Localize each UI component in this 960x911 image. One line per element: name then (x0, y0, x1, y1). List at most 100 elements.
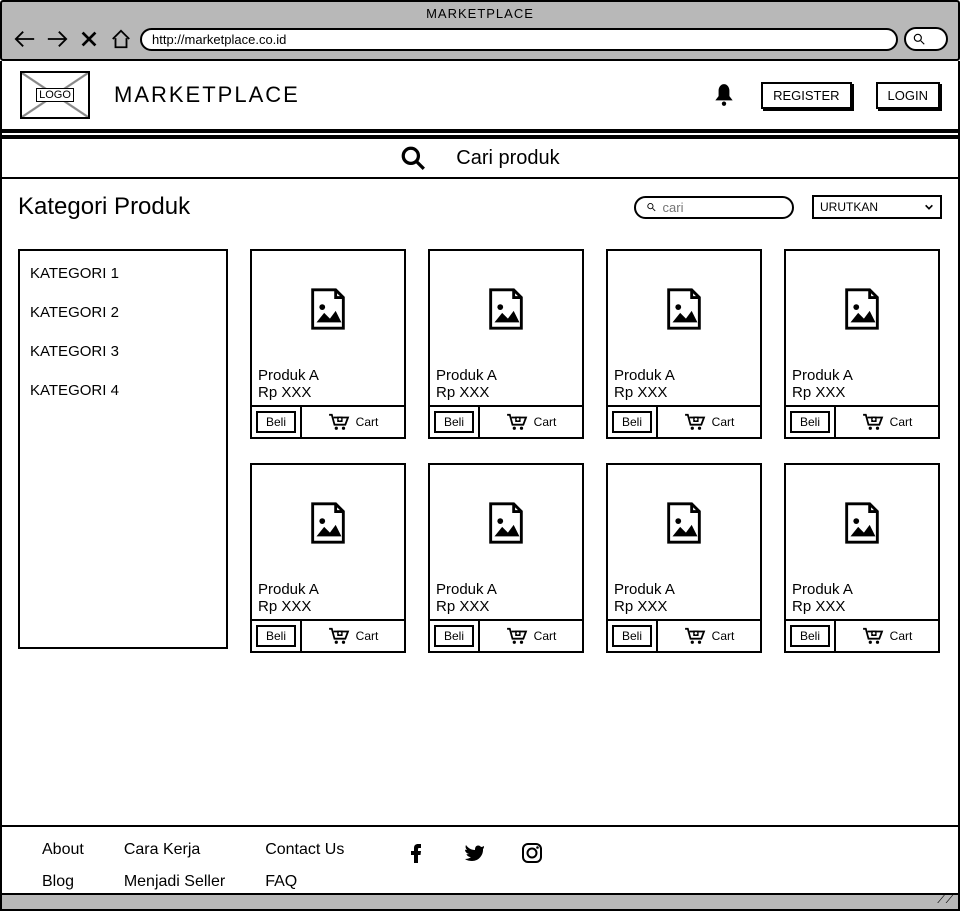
product-image (430, 251, 582, 367)
product-price: Rp XXX (252, 384, 404, 405)
search-icon (646, 201, 657, 213)
page-content: LOGO MARKETPLACE REGISTER LOGIN Cari pro… (0, 61, 960, 911)
add-to-cart-button[interactable]: Cart (300, 407, 404, 437)
cart-plus-icon (862, 627, 884, 645)
image-placeholder-icon (839, 500, 885, 546)
cart-plus-icon (506, 627, 528, 645)
url-bar[interactable] (140, 28, 898, 51)
sidebar-item-kategori-1[interactable]: KATEGORI 1 (30, 265, 216, 282)
forward-button[interactable] (44, 28, 70, 50)
cart-label: Cart (712, 629, 735, 643)
browser-chrome: MARKETPLACE (0, 0, 960, 61)
sidebar-item-kategori-4[interactable]: KATEGORI 4 (30, 382, 216, 399)
x-icon (78, 28, 100, 50)
product-price: Rp XXX (430, 598, 582, 619)
buy-button[interactable]: Beli (612, 411, 652, 433)
home-button[interactable] (108, 28, 134, 50)
sidebar-item-kategori-3[interactable]: KATEGORI 3 (30, 343, 216, 360)
footer-link-about[interactable]: About (42, 841, 84, 859)
product-card[interactable]: Produk ARp XXXBeliCart (606, 463, 762, 653)
image-placeholder-icon (661, 500, 707, 546)
bell-icon (711, 82, 737, 108)
add-to-cart-button[interactable]: Cart (478, 621, 582, 651)
sort-dropdown[interactable]: URUTKAN (812, 195, 942, 219)
cart-label: Cart (890, 629, 913, 643)
product-image (608, 465, 760, 581)
stop-button[interactable] (76, 28, 102, 50)
cart-plus-icon (862, 413, 884, 431)
cart-plus-icon (684, 627, 706, 645)
buy-button[interactable]: Beli (434, 625, 474, 647)
product-price: Rp XXX (252, 598, 404, 619)
product-name: Produk A (786, 367, 938, 384)
facebook-icon[interactable] (404, 841, 428, 865)
product-grid: Produk ARp XXXBeliCartProduk ARp XXXBeli… (250, 249, 942, 653)
logo[interactable]: LOGO (20, 71, 90, 119)
product-card[interactable]: Produk ARp XXX Beli Cart (250, 463, 406, 653)
product-name: Produk A (252, 581, 404, 598)
footer-link-cara-kerja[interactable]: Cara Kerja (124, 841, 225, 859)
product-image (430, 465, 582, 581)
sidebar-item-kategori-2[interactable]: KATEGORI 2 (30, 304, 216, 321)
instagram-icon[interactable] (520, 841, 544, 865)
product-price: Rp XXX (608, 384, 760, 405)
chevron-down-icon (924, 202, 934, 212)
cart-label: Cart (356, 415, 379, 429)
product-image (786, 465, 938, 581)
image-placeholder-icon (483, 286, 529, 332)
add-to-cart-button[interactable]: Cart (478, 407, 582, 437)
add-to-cart-button[interactable]: Cart (656, 407, 760, 437)
buy-button[interactable]: Beli (256, 411, 296, 433)
buy-button[interactable]: Beli (790, 625, 830, 647)
browser-toolbar (2, 23, 958, 59)
filter-search-input[interactable] (663, 200, 782, 215)
product-card[interactable]: Produk ARp XXXBeliCart (784, 463, 940, 653)
cart-label: Cart (890, 415, 913, 429)
cart-plus-icon (328, 627, 350, 645)
buy-button[interactable]: Beli (434, 411, 474, 433)
footer-link-faq[interactable]: FAQ (265, 873, 344, 891)
product-image (608, 251, 760, 367)
image-placeholder-icon (839, 286, 885, 332)
login-button[interactable]: LOGIN (876, 82, 940, 109)
buy-button[interactable]: Beli (790, 411, 830, 433)
product-card[interactable]: Produk ARp XXXBeliCart (250, 249, 406, 439)
product-image (252, 251, 404, 367)
resize-handle-icon[interactable]: ⟋⟋ (937, 892, 954, 907)
notifications-button[interactable] (711, 82, 737, 108)
brand-title: MARKETPLACE (114, 82, 300, 108)
footer-link-blog[interactable]: Blog (42, 873, 84, 891)
image-placeholder-icon (305, 500, 351, 546)
logo-text: LOGO (36, 88, 74, 102)
product-card[interactable]: Produk ARp XXXBeliCart (428, 463, 584, 653)
sort-label: URUTKAN (820, 200, 878, 214)
main-search-bar[interactable]: Cari produk (2, 137, 958, 179)
product-card[interactable]: Produk ARp XXX BeliCart (606, 249, 762, 439)
twitter-icon[interactable] (462, 841, 486, 865)
footer-link-menjadi-seller[interactable]: Menjadi Seller (124, 873, 225, 891)
add-to-cart-button[interactable]: Cart (300, 621, 404, 651)
product-name: Produk A (608, 367, 760, 384)
cart-label: Cart (534, 629, 557, 643)
footer-link-contact-us[interactable]: Contact Us (265, 841, 344, 859)
buy-button[interactable]: Beli (256, 625, 296, 647)
back-button[interactable] (12, 28, 38, 50)
category-sidebar: KATEGORI 1 KATEGORI 2 KATEGORI 3 KATEGOR… (18, 249, 228, 649)
product-card[interactable]: Produk ARp XXXBeliCart (428, 249, 584, 439)
register-button[interactable]: REGISTER (761, 82, 851, 109)
add-to-cart-button[interactable]: Cart (656, 621, 760, 651)
page-title: Kategori Produk (18, 193, 616, 221)
browser-search-button[interactable] (904, 27, 948, 51)
add-to-cart-button[interactable]: Cart (834, 407, 938, 437)
product-card[interactable]: Produk ARp XXX Beli Cart (784, 249, 940, 439)
cart-label: Cart (356, 629, 379, 643)
cart-label: Cart (534, 415, 557, 429)
home-icon (110, 28, 132, 50)
arrow-left-icon (14, 28, 36, 50)
product-price: Rp XXX (786, 384, 938, 405)
filter-search[interactable] (634, 196, 794, 219)
add-to-cart-button[interactable]: Cart (834, 621, 938, 651)
product-price: Rp XXX (786, 598, 938, 619)
window-title: MARKETPLACE (2, 2, 958, 23)
buy-button[interactable]: Beli (612, 625, 652, 647)
